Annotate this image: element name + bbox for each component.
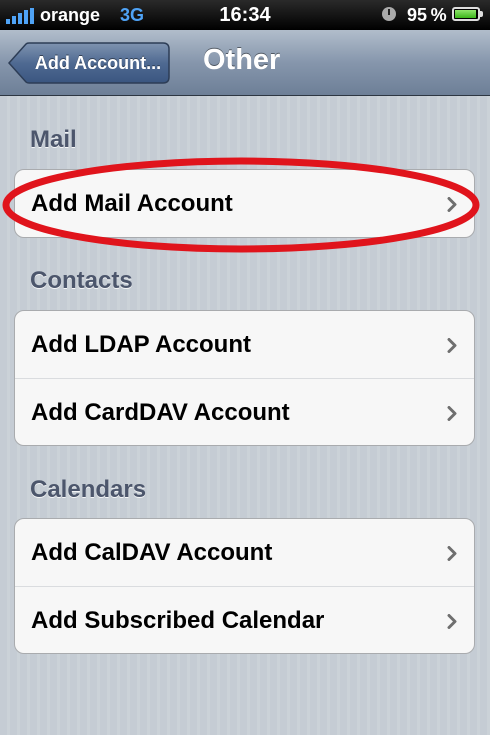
section-header-mail: Mail [30,126,77,153]
add-caldav-account-cell[interactable]: Add CalDAV Account [15,519,474,586]
cell-label: Add CardDAV Account [31,399,290,426]
section-header-contacts: Contacts [30,267,133,294]
chevron-right-icon [447,406,457,421]
battery-icon [452,7,483,21]
navigation-bar: Add Account... Other [0,30,490,96]
cell-label: Add Subscribed Calendar [31,607,325,634]
chevron-right-icon [447,614,457,629]
chevron-right-icon [447,338,457,353]
cell-label: Add LDAP Account [31,331,251,358]
section-header-calendars: Calendars [30,476,147,503]
back-button[interactable]: Add Account... [8,42,170,84]
cell-label: Add Mail Account [31,190,233,217]
page-title: Other [203,44,281,76]
back-button-label: Add Account... [34,53,162,73]
chevron-right-icon [447,197,457,212]
calendars-group: Add CalDAV Account Add Subscribed Calend… [14,518,475,654]
contacts-group: Add LDAP Account Add CardDAV Account [14,310,475,446]
clock-icon [382,7,396,21]
add-carddav-account-cell[interactable]: Add CardDAV Account [15,378,474,445]
add-ldap-account-cell[interactable]: Add LDAP Account [15,311,474,378]
cell-label: Add CalDAV Account [31,539,273,566]
add-mail-account-cell[interactable]: Add Mail Account [15,170,474,237]
mail-group: Add Mail Account [14,169,475,238]
add-subscribed-calendar-cell[interactable]: Add Subscribed Calendar [15,586,474,653]
status-bar: orange 3G 16:34 95 % [0,0,490,30]
chevron-right-icon [447,546,457,561]
battery-percent: 95 % [407,5,447,25]
